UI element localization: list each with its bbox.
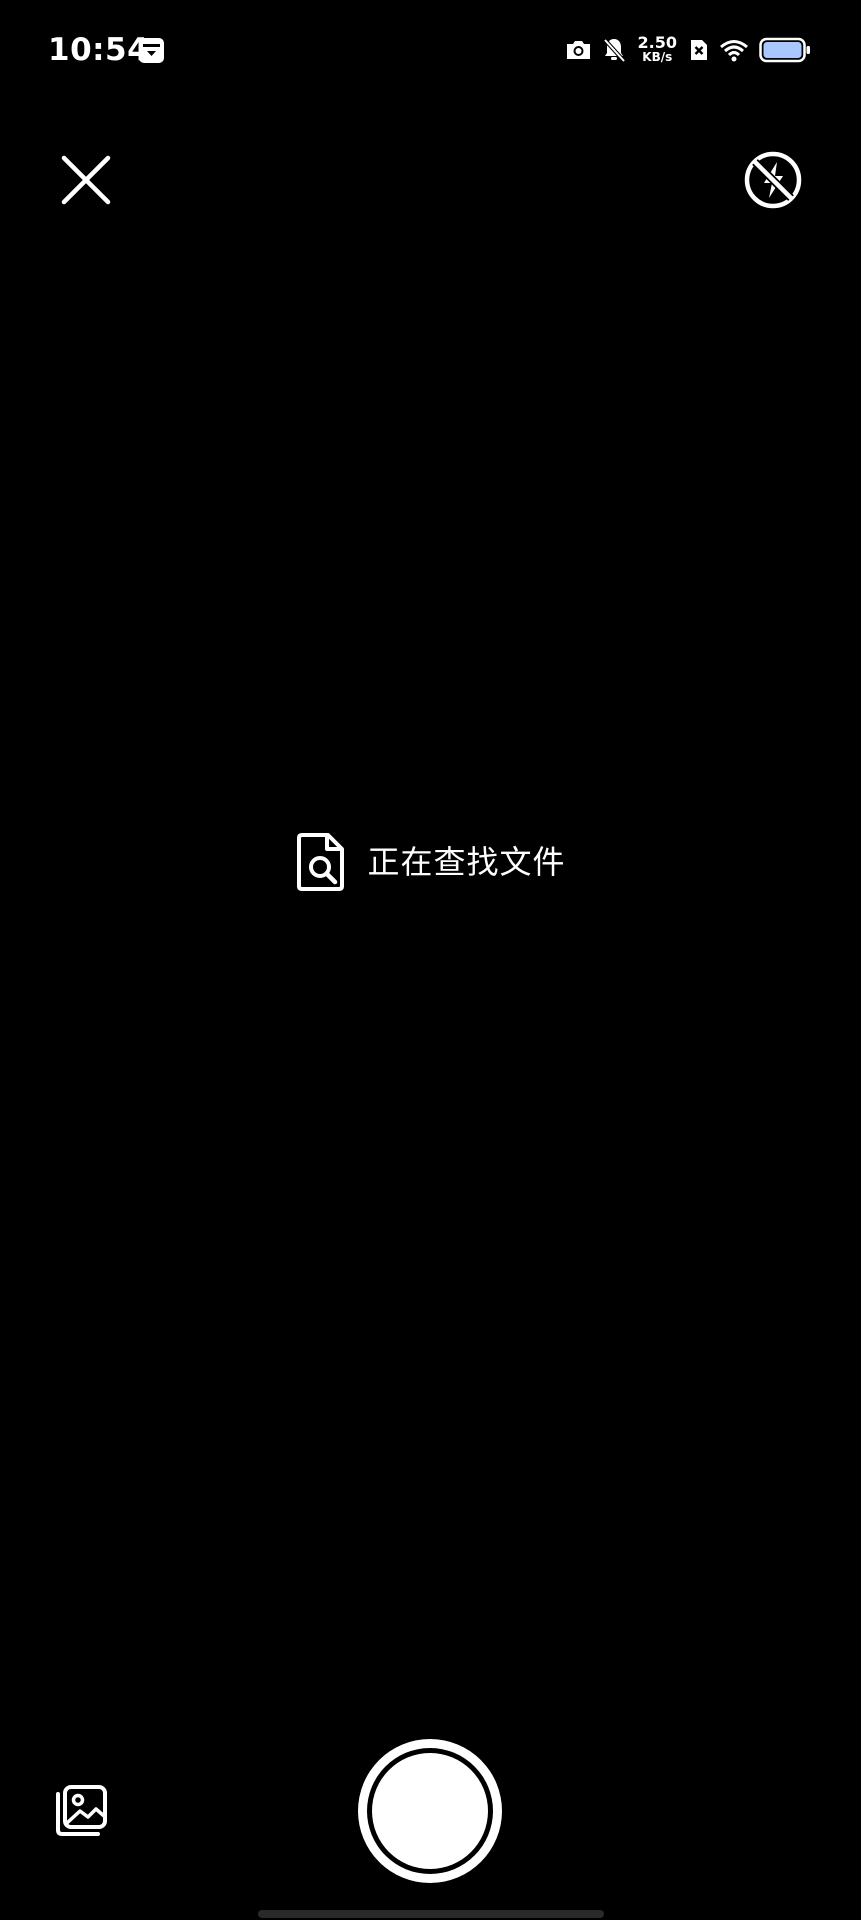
status-time: 10:54 <box>48 32 150 68</box>
shutter-icon <box>358 1739 502 1883</box>
calendar-icon <box>139 38 164 63</box>
camera-icon <box>566 41 590 59</box>
document-search-icon <box>297 833 345 891</box>
close-button[interactable] <box>56 150 116 210</box>
network-speed-value: 2.50 <box>637 33 677 52</box>
wifi-icon <box>720 40 748 62</box>
flash-toggle-button[interactable] <box>742 149 804 211</box>
battery-icon <box>759 37 810 63</box>
shutter-button[interactable] <box>358 1739 502 1883</box>
flash-off-icon <box>744 151 802 209</box>
network-speed: 2.50 KB/s <box>638 35 677 65</box>
sim-no-signal-icon <box>691 40 707 60</box>
camera-scan-screen: 10:54 2.50 KB/s 正在查找文件 <box>0 0 861 1920</box>
bell-off-icon <box>603 38 625 63</box>
network-speed-unit: KB/s <box>642 50 673 64</box>
home-indicator[interactable] <box>258 1910 604 1918</box>
file-search-status: 正在查找文件 <box>0 832 861 892</box>
gallery-icon <box>56 1785 107 1836</box>
status-bar: 10:54 2.50 KB/s <box>0 0 861 100</box>
status-message: 正在查找文件 <box>367 843 566 881</box>
status-icons: 2.50 KB/s <box>565 30 811 70</box>
close-icon <box>61 155 111 205</box>
gallery-button[interactable] <box>52 1782 110 1840</box>
